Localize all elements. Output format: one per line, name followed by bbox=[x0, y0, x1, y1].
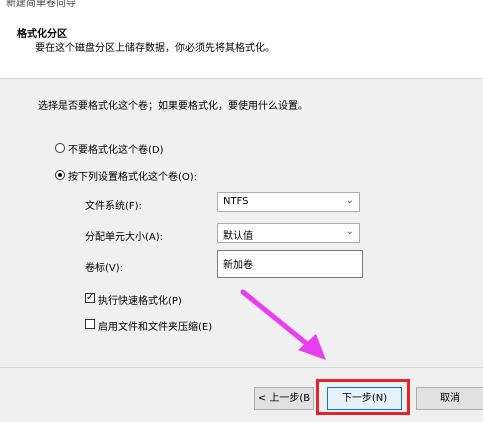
allocation-unit-select[interactable]: 默认值 ⌄ bbox=[217, 223, 360, 243]
quick-format-label[interactable]: 执行快速格式化(P) bbox=[98, 292, 182, 307]
page-subtitle: 要在这个磁盘分区上储存数据，你必须先将其格式化。 bbox=[35, 43, 275, 54]
wizard-header: 格式化分区 要在这个磁盘分区上储存数据，你必须先将其格式化。 bbox=[0, 10, 483, 79]
file-system-label: 文件系统(F): bbox=[85, 201, 142, 212]
volume-label-input[interactable]: 新加卷 bbox=[217, 250, 363, 278]
quick-format-checkbox[interactable]: ✓ bbox=[85, 292, 95, 303]
file-system-select[interactable]: NTFS ⌄ bbox=[217, 192, 360, 212]
no-format-label[interactable]: 不要格式化这个卷(D) bbox=[68, 141, 164, 156]
next-button-highlight bbox=[316, 379, 410, 415]
format-radio[interactable] bbox=[55, 170, 65, 180]
volume-label-label: 卷标(V): bbox=[85, 263, 124, 274]
allocation-unit-value: 默认值 bbox=[223, 231, 253, 242]
wizard-content: 选择是否要格式化这个卷；如果要格式化，要使用什么设置。 不要格式化这个卷(D) … bbox=[0, 79, 483, 367]
page-title: 格式化分区 bbox=[17, 29, 67, 40]
wizard-footer: < 上一步(B 下一步(N) 取消 bbox=[0, 367, 483, 422]
window-titlebar: 新建简单卷向导 bbox=[0, 0, 483, 10]
compression-label[interactable]: 启用文件和文件夹压缩(E) bbox=[98, 318, 212, 333]
format-label[interactable]: 按下列设置格式化这个卷(O): bbox=[68, 168, 197, 183]
window-title: 新建简单卷向导 bbox=[6, 0, 76, 9]
cancel-button[interactable]: 取消 bbox=[416, 387, 483, 410]
chevron-down-icon: ⌄ bbox=[345, 195, 354, 206]
allocation-unit-label: 分配单元大小(A): bbox=[85, 232, 164, 243]
back-button[interactable]: < 上一步(B bbox=[254, 387, 314, 410]
checkmark-icon: ✓ bbox=[86, 292, 95, 303]
compression-checkbox[interactable] bbox=[85, 319, 95, 329]
instruction-text: 选择是否要格式化这个卷；如果要格式化，要使用什么设置。 bbox=[38, 101, 308, 112]
chevron-down-icon: ⌄ bbox=[345, 226, 354, 237]
file-system-value: NTFS bbox=[223, 196, 249, 207]
no-format-radio[interactable] bbox=[55, 143, 65, 153]
volume-label-value: 新加卷 bbox=[223, 260, 253, 271]
